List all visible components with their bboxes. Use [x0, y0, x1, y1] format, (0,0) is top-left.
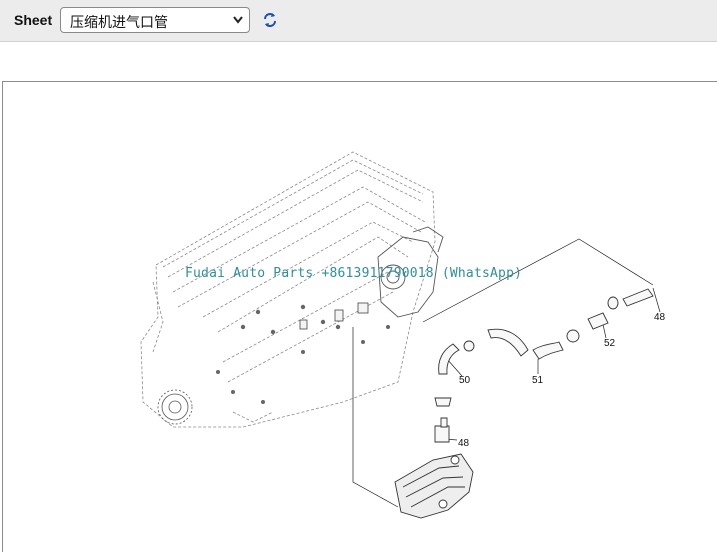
- refresh-icon[interactable]: [261, 11, 279, 29]
- watermark: Fudai Auto Parts +8613911790018 (WhatsAp…: [185, 266, 523, 281]
- sheet-select[interactable]: 压缩机进气口管: [60, 7, 250, 33]
- sheet-label: Sheet: [14, 12, 53, 28]
- chevron-down-icon: [233, 16, 243, 24]
- callout-48-top: 48: [654, 312, 666, 323]
- callout-50: 50: [459, 375, 471, 386]
- parts-diagram-viewer[interactable]: 48 52 50 51 48 Fudai Auto Parts +8613911…: [2, 81, 717, 552]
- callout-51: 51: [532, 375, 544, 386]
- exploded-parts-drawing: 48 52 50 51 48: [140, 151, 666, 519]
- callout-48-bottom: 48: [458, 438, 470, 449]
- callout-52: 52: [604, 338, 616, 349]
- sheet-select-value: 压缩机进气口管: [70, 15, 168, 31]
- toolbar: Sheet 压缩机进气口管: [0, 0, 717, 42]
